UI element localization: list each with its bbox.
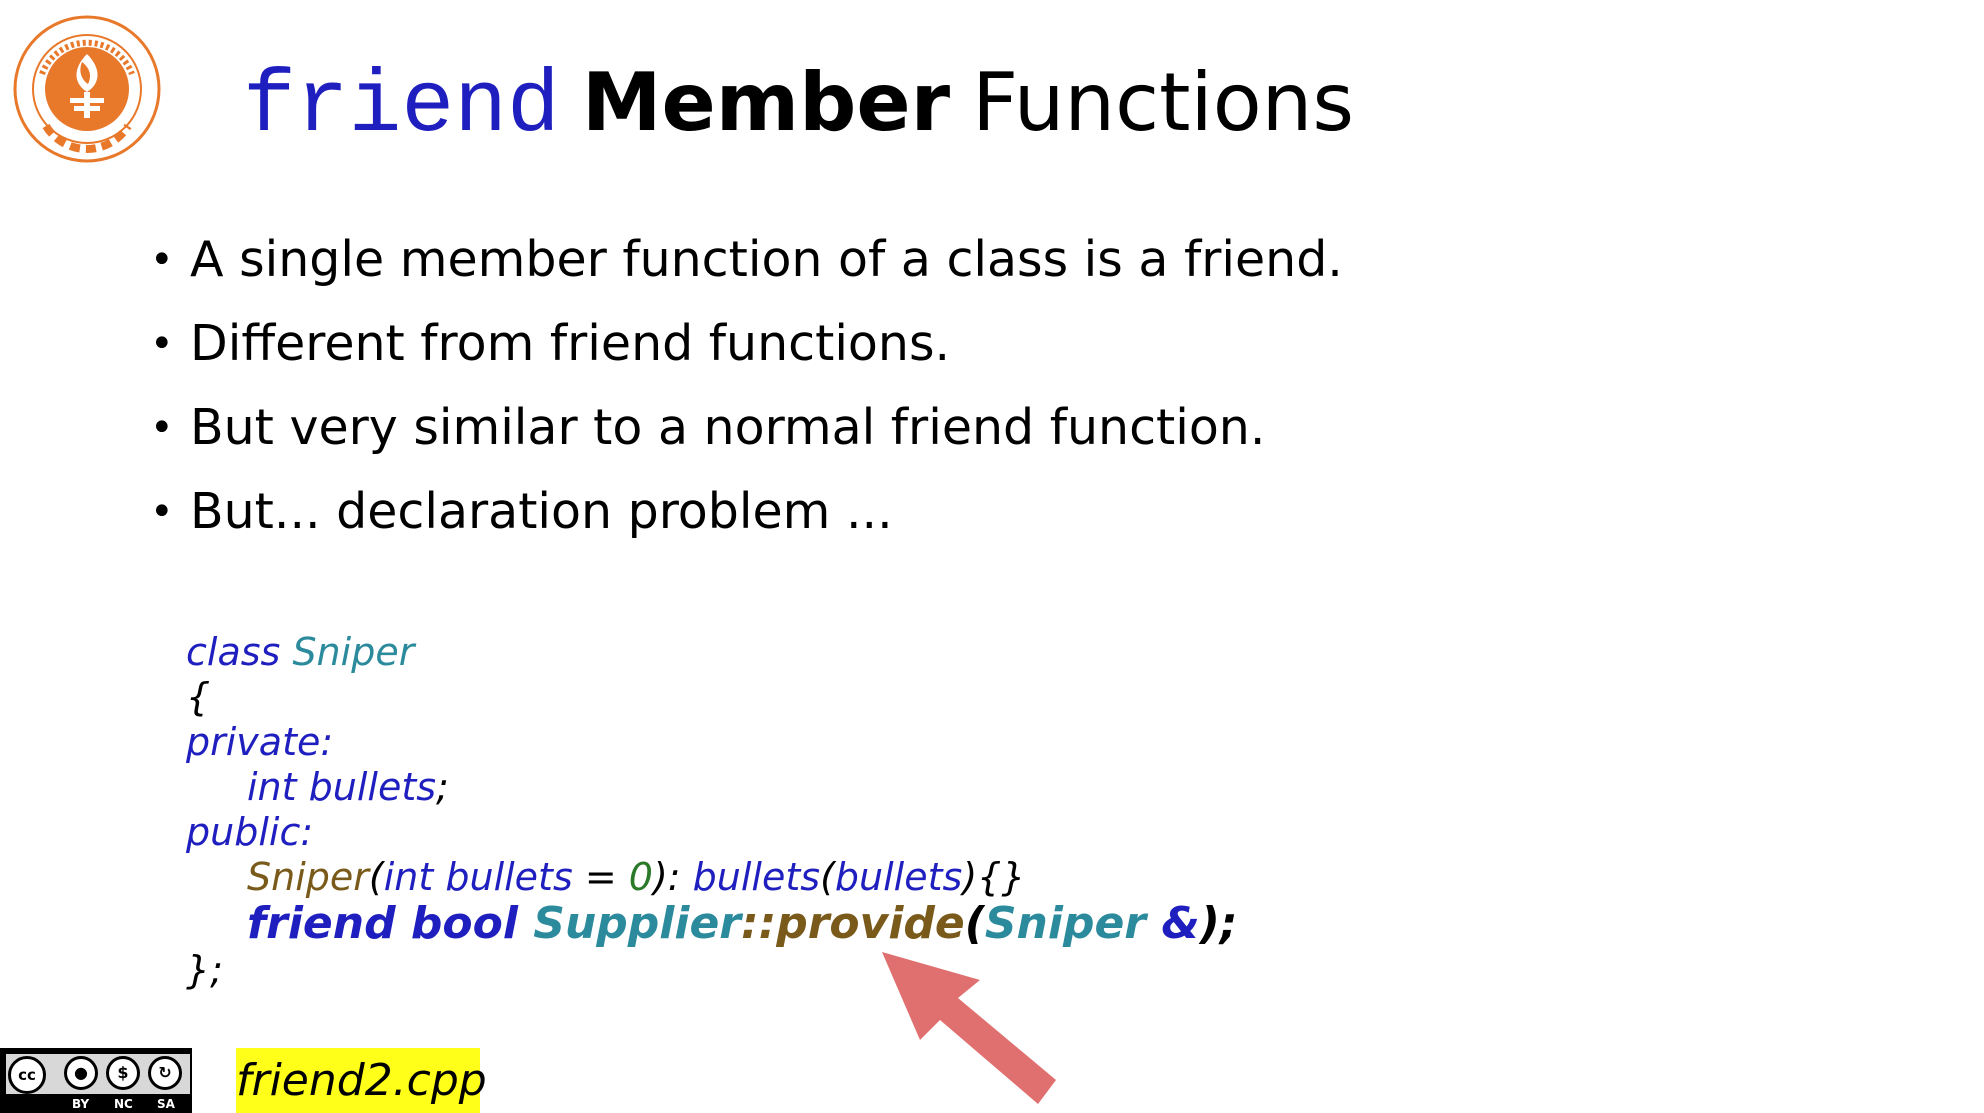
bullet-item: But very similar to a normal friend func…: [150, 386, 1343, 470]
title-bold-word: Member: [581, 56, 951, 149]
license-label-sa: SA: [157, 1097, 175, 1111]
bullet-list: A single member function of a class is a…: [150, 218, 1343, 554]
title-rest: Functions: [972, 56, 1355, 149]
bullet-item: But... declaration problem ...: [150, 470, 1343, 554]
code-line: Sniper(int bullets = 0): bullets(bullets…: [186, 855, 1237, 900]
code-function: Sniper: [247, 855, 369, 899]
code-punct: (: [368, 855, 384, 899]
code-punct: ):: [652, 855, 693, 899]
code-scope-operator: ::: [741, 898, 777, 949]
code-line: private:: [186, 720, 334, 764]
attribution-icon: ●: [64, 1056, 98, 1090]
code-ampersand: &: [1161, 898, 1200, 949]
code-line: class Sniper: [186, 630, 1237, 675]
code-line: };: [186, 948, 223, 992]
license-label-nc: NC: [114, 1097, 133, 1111]
code-keyword: int: [383, 855, 434, 899]
code-number: 0: [628, 855, 653, 899]
sharealike-icon: ↻: [148, 1056, 182, 1090]
university-logo: [13, 15, 161, 163]
noncommercial-icon: $: [106, 1056, 140, 1090]
source-filename: friend2.cpp: [236, 1048, 487, 1113]
code-keyword: friend: [247, 898, 396, 949]
bullet-item: Different from friend functions.: [150, 302, 1343, 386]
code-keyword: class: [186, 630, 281, 674]
code-class-name: Supplier: [533, 898, 742, 949]
code-line: int bullets;: [186, 765, 1237, 810]
cc-license-badge: cc ● $ ↻ BY NC SA: [0, 1048, 192, 1113]
slide-title: friend Member Functions: [243, 48, 1354, 158]
code-keyword: bool: [410, 898, 518, 949]
code-punct: (: [820, 855, 835, 899]
code-variable: bullets: [445, 855, 573, 899]
code-variable: bullets: [834, 855, 963, 899]
code-variable: bullets: [692, 855, 821, 899]
code-line: {: [186, 675, 211, 719]
code-line: public:: [186, 810, 314, 854]
code-block: class Sniper { private: int bullets; pub…: [186, 630, 1237, 993]
license-label-by: BY: [72, 1097, 90, 1111]
cc-icon: cc: [8, 1056, 46, 1094]
code-class-name: Sniper: [292, 630, 415, 674]
code-punct: );: [1199, 898, 1238, 949]
code-keyword: int: [247, 765, 297, 809]
title-keyword: friend: [243, 58, 560, 157]
pointer-arrow-icon: [882, 952, 1056, 1104]
code-punct: ;: [436, 765, 449, 809]
code-punct: =: [572, 855, 629, 899]
bullet-item: A single member function of a class is a…: [150, 218, 1343, 302]
code-line-highlighted: friend bool Supplier::provide(Sniper &);: [186, 900, 1237, 948]
code-variable: bullets: [308, 765, 437, 809]
code-punct: ){}: [962, 855, 1026, 899]
